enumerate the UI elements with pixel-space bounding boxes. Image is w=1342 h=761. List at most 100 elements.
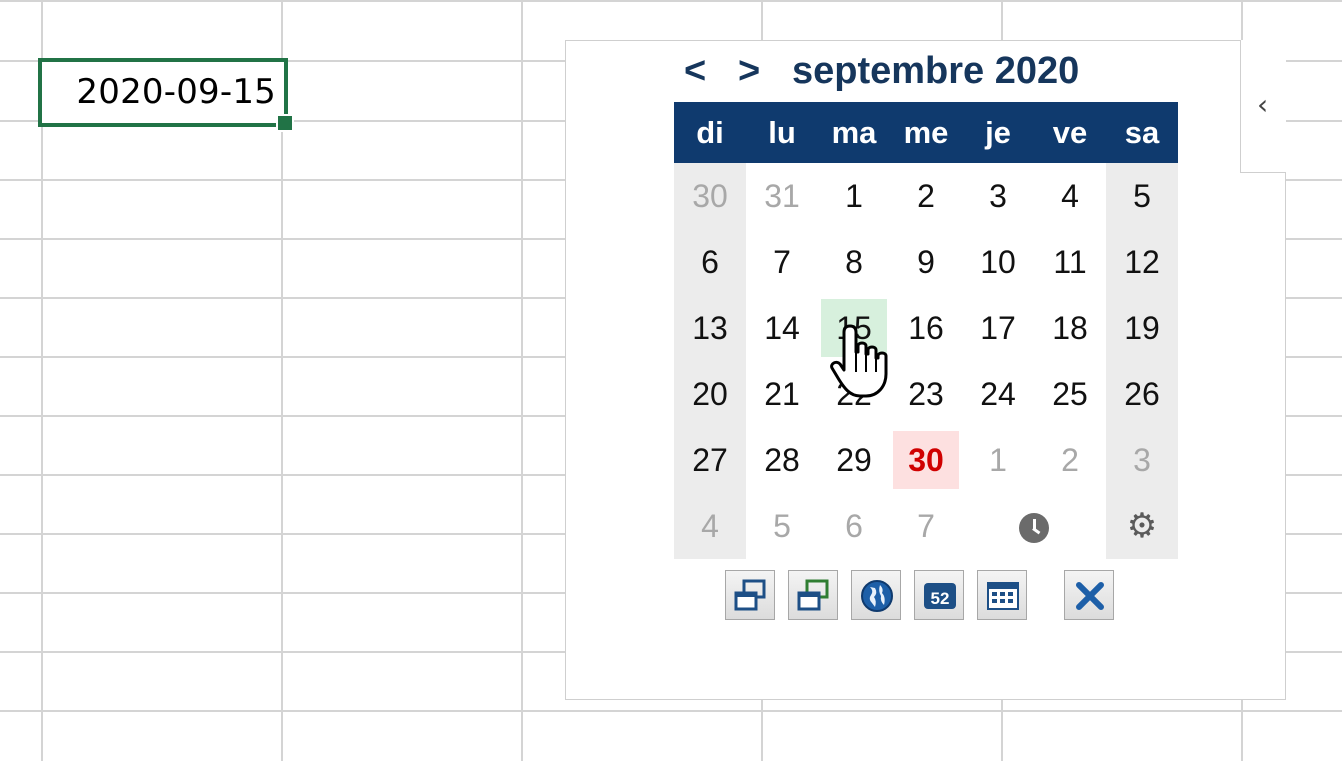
week-row: 6 7 8 9 10 11 12 [674, 229, 1178, 295]
week-row: 20 21 22 23 24 25 26 [674, 361, 1178, 427]
day-cell-today[interactable]: 30 [890, 427, 962, 493]
week-row: 4 5 6 7 ⚙ [674, 493, 1178, 559]
day-cell[interactable]: 21 [746, 361, 818, 427]
cell-value: 2020-09-15 [76, 72, 276, 112]
language-button[interactable] [851, 570, 901, 620]
day-cell[interactable]: 3 [962, 163, 1034, 229]
day-number: 6 [701, 244, 719, 280]
next-month-button[interactable]: > [738, 50, 760, 93]
day-number: 31 [764, 178, 800, 214]
day-cell[interactable]: 4 [1034, 163, 1106, 229]
day-cell[interactable]: 13 [674, 295, 746, 361]
grid-row-line [0, 710, 1342, 712]
day-cell[interactable]: 14 [746, 295, 818, 361]
day-cell[interactable]: 31 [746, 163, 818, 229]
fill-handle[interactable] [276, 114, 294, 132]
day-cell[interactable]: 24 [962, 361, 1034, 427]
day-number: 7 [773, 244, 791, 280]
day-cell[interactable]: 8 [818, 229, 890, 295]
day-number: 28 [764, 442, 800, 478]
weekday-label: me [890, 102, 962, 163]
day-cell[interactable]: 5 [746, 493, 818, 559]
day-cell[interactable]: 10 [962, 229, 1034, 295]
day-number: 29 [836, 442, 872, 478]
day-cell[interactable]: 1 [818, 163, 890, 229]
week-number-icon: 52 [924, 583, 956, 609]
day-cell[interactable]: 29 [818, 427, 890, 493]
day-cell[interactable]: 5 [1106, 163, 1178, 229]
day-cell[interactable]: 17 [962, 295, 1034, 361]
day-number: 17 [980, 310, 1016, 346]
day-number: 21 [764, 376, 800, 412]
day-cell[interactable]: 6 [818, 493, 890, 559]
day-cell[interactable]: 30 [674, 163, 746, 229]
day-cell[interactable]: 2 [1034, 427, 1106, 493]
selected-cell[interactable]: 2020-09-15 [38, 58, 288, 127]
day-number: 12 [1124, 244, 1160, 280]
week-number-button[interactable]: 52 [914, 570, 964, 620]
day-number: 22 [836, 376, 872, 412]
window-icon [734, 579, 766, 611]
close-button[interactable] [1064, 570, 1114, 620]
day-cell[interactable]: 19 [1106, 295, 1178, 361]
calendar-grid-icon [987, 582, 1019, 610]
day-cell[interactable]: 6 [674, 229, 746, 295]
day-number: 2 [1061, 442, 1079, 478]
day-number: 7 [917, 508, 935, 544]
day-cell-selected[interactable]: 15 [818, 295, 890, 361]
calendar-button[interactable] [977, 570, 1027, 620]
day-number: 4 [701, 508, 719, 544]
day-cell[interactable]: 23 [890, 361, 962, 427]
window-button[interactable] [725, 570, 775, 620]
week-row: 30 31 1 2 3 4 5 [674, 163, 1178, 229]
day-number: 19 [1124, 310, 1160, 346]
grid-column-line [521, 0, 523, 761]
day-cell[interactable]: 12 [1106, 229, 1178, 295]
day-cell[interactable]: 9 [890, 229, 962, 295]
collapse-panel-button[interactable]: ‹ [1240, 40, 1286, 173]
week-row: 27 28 29 30 1 2 3 [674, 427, 1178, 493]
day-cell[interactable]: 11 [1034, 229, 1106, 295]
week-row: 13 14 15 16 17 18 19 [674, 295, 1178, 361]
window-alt-button[interactable] [788, 570, 838, 620]
day-number: 14 [764, 310, 800, 346]
time-button[interactable] [962, 493, 1106, 559]
chevron-left-icon: ‹ [1257, 88, 1269, 121]
day-number: 9 [917, 244, 935, 280]
day-number: 15 [821, 299, 887, 357]
day-number: 30 [893, 431, 959, 489]
day-number: 26 [1124, 376, 1160, 412]
day-number: 8 [845, 244, 863, 280]
settings-button[interactable]: ⚙ [1106, 493, 1178, 559]
day-number: 5 [773, 508, 791, 544]
day-cell[interactable]: 3 [1106, 427, 1178, 493]
day-cell[interactable]: 16 [890, 295, 962, 361]
clock-icon [1019, 513, 1049, 544]
weekday-label: di [674, 102, 746, 163]
day-number: 24 [980, 376, 1016, 412]
day-cell[interactable]: 2 [890, 163, 962, 229]
day-cell[interactable]: 18 [1034, 295, 1106, 361]
day-number: 10 [980, 244, 1016, 280]
svg-text:52: 52 [931, 589, 950, 608]
day-number: 3 [989, 178, 1007, 214]
day-number: 2 [917, 178, 935, 214]
globe-icon [861, 580, 893, 612]
day-cell[interactable]: 28 [746, 427, 818, 493]
day-cell[interactable]: 20 [674, 361, 746, 427]
prev-month-button[interactable]: < [684, 50, 706, 93]
day-cell[interactable]: 1 [962, 427, 1034, 493]
day-number: 3 [1133, 442, 1151, 478]
calendar-grid: di lu ma me je ve sa 30 31 1 2 3 4 5 6 7… [674, 102, 1178, 559]
window-alt-icon [797, 579, 829, 611]
day-cell[interactable]: 7 [890, 493, 962, 559]
day-cell[interactable]: 4 [674, 493, 746, 559]
day-number: 25 [1052, 376, 1088, 412]
day-cell[interactable]: 25 [1034, 361, 1106, 427]
day-cell[interactable]: 7 [746, 229, 818, 295]
day-cell[interactable]: 27 [674, 427, 746, 493]
day-cell[interactable]: 22 [818, 361, 890, 427]
day-cell[interactable]: 26 [1106, 361, 1178, 427]
day-number: 13 [692, 310, 728, 346]
day-number: 20 [692, 376, 728, 412]
